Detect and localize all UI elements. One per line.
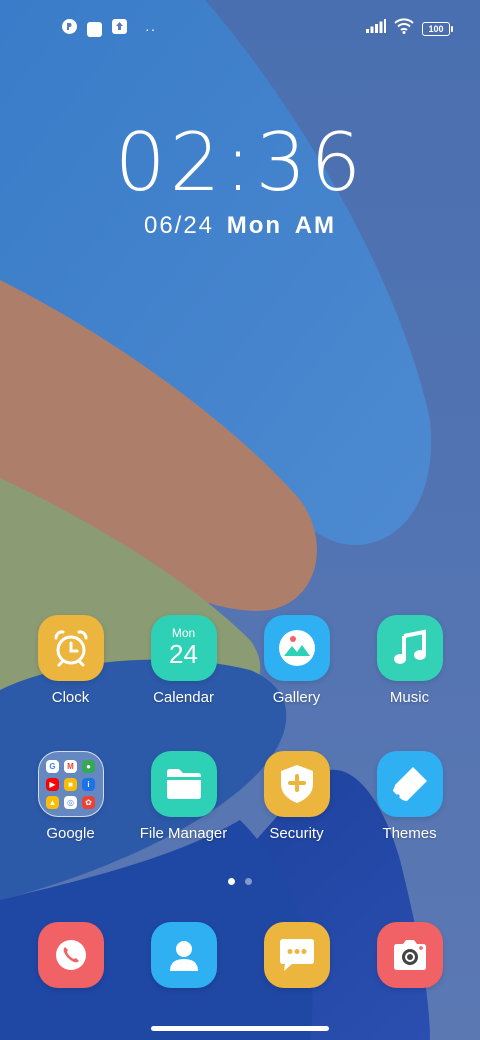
- gallery-app-icon: [263, 615, 330, 681]
- youtube-icon: ▶: [46, 777, 59, 791]
- folder-icon: [150, 751, 217, 817]
- page-dot-2[interactable]: [245, 878, 252, 885]
- photos-icon: ✿: [82, 795, 95, 809]
- app-music[interactable]: Music: [353, 615, 466, 706]
- contacts-icon: [150, 922, 217, 988]
- message-icon: [263, 922, 330, 988]
- more-notifications-icon: ··: [145, 21, 157, 37]
- app-row-1: Clock Mon 24 Calendar Gallery Music: [0, 615, 480, 725]
- drive-icon: ▲: [46, 795, 59, 809]
- calendar-day: 24: [169, 639, 198, 669]
- maps-icon: ●: [82, 759, 95, 773]
- app-label: Security: [269, 825, 324, 842]
- home-gesture-bar[interactable]: [151, 1026, 329, 1031]
- clock-date[interactable]: 06/24 Mon AM: [0, 212, 480, 240]
- date-text: 06/24: [143, 212, 215, 239]
- dock-camera[interactable]: [353, 922, 466, 988]
- app-label: Gallery: [272, 689, 321, 706]
- meet-icon: ■: [64, 777, 77, 791]
- gmail-icon: M: [64, 759, 77, 773]
- camera-icon: [376, 922, 443, 988]
- notification-square-icon: [87, 21, 102, 37]
- app-label: File Manager: [139, 825, 228, 842]
- upload-icon: [112, 19, 127, 39]
- dock-messages[interactable]: [240, 922, 353, 988]
- app-clock[interactable]: Clock: [14, 615, 127, 706]
- app-row-2: G M ● ▶ ■ i ▲ ◎ ✿ Google File Manager Se…: [0, 751, 480, 861]
- ampm-text: AM: [294, 212, 337, 239]
- battery-icon: 100: [422, 21, 453, 36]
- app-label: Google: [46, 825, 95, 842]
- app-themes[interactable]: Themes: [353, 751, 466, 842]
- google-folder-icon: G M ● ▶ ■ i ▲ ◎ ✿: [37, 751, 104, 817]
- app-security[interactable]: Security: [240, 751, 353, 842]
- app-label: Calendar: [153, 689, 214, 706]
- clock-app-icon: [37, 615, 104, 681]
- dock-contacts[interactable]: [127, 922, 240, 988]
- google-search-icon: G: [46, 759, 59, 773]
- page-dot-1[interactable]: [228, 878, 235, 885]
- app-folder-google[interactable]: G M ● ▶ ■ i ▲ ◎ ✿ Google: [14, 751, 127, 842]
- info-icon: i: [82, 777, 95, 791]
- music-app-icon: [376, 615, 443, 681]
- phone-icon: [37, 922, 104, 988]
- paintbrush-icon: [376, 751, 443, 817]
- signal-icon: [366, 19, 386, 38]
- app-gallery[interactable]: Gallery: [240, 615, 353, 706]
- status-bar: ·· 100: [0, 0, 480, 56]
- dock: [0, 922, 480, 1032]
- clock-time[interactable]: 02:36: [0, 118, 480, 208]
- duo-icon: ◎: [64, 795, 77, 809]
- notification-app-icon: [62, 19, 77, 39]
- calendar-app-icon: Mon 24: [150, 615, 217, 681]
- dock-phone[interactable]: [14, 922, 127, 988]
- app-file-manager[interactable]: File Manager: [127, 751, 240, 842]
- app-label: Music: [389, 689, 430, 706]
- app-label: Themes: [382, 825, 437, 842]
- weekday-text: Mon: [226, 212, 283, 239]
- calendar-month: Mon: [171, 626, 196, 640]
- page-indicator[interactable]: [0, 878, 480, 885]
- app-calendar[interactable]: Mon 24 Calendar: [127, 615, 240, 706]
- app-label: Clock: [51, 689, 90, 706]
- wifi-icon: [394, 18, 414, 39]
- shield-icon: [263, 751, 330, 817]
